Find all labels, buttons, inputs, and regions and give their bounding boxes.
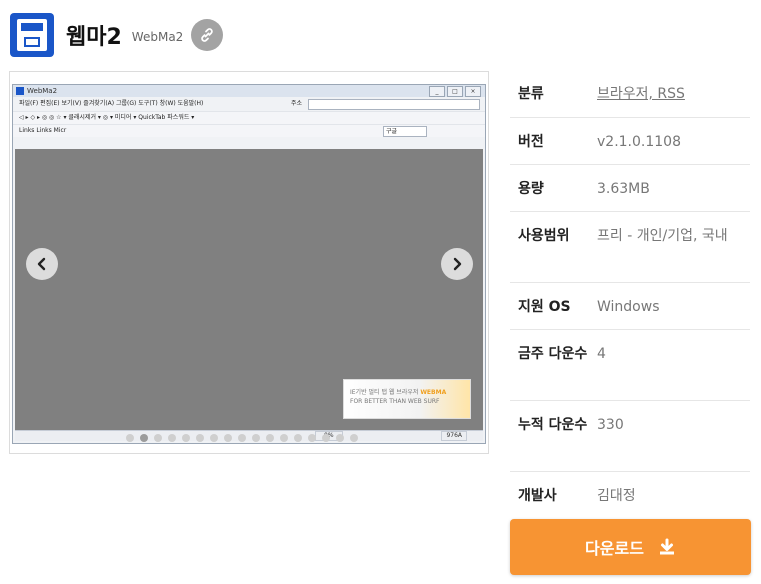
gallery-prev-button[interactable] <box>26 248 58 280</box>
maximize-icon: □ <box>447 86 463 97</box>
download-icon <box>658 538 676 556</box>
chevron-left-icon <box>37 257 46 271</box>
status-size: 976A <box>441 431 467 441</box>
app-header: 웹마2 WebMa2 <box>10 10 224 60</box>
app-subtitle: WebMa2 <box>131 30 184 44</box>
screenshot-gallery: WebMa2 _ □ × 파일(F) 편집(E) 보기(V) 즐겨찾기(A) 그… <box>9 71 489 454</box>
banner-sub: FOR BETTER THAN WEB SURF <box>350 398 440 405</box>
os-value: Windows <box>597 299 660 315</box>
banner-text: IE기반 멀티 탭 웹 브라우저 <box>350 389 419 396</box>
screenshot-toolbar-2: Links Links Micr 구글 <box>13 124 485 137</box>
total-downloads-value: 330 <box>597 417 624 433</box>
copy-link-button[interactable] <box>191 19 224 51</box>
developer-value: 김대정 <box>597 488 636 504</box>
gallery-dot[interactable] <box>154 434 162 442</box>
gallery-dot[interactable] <box>322 434 330 442</box>
gallery-dot[interactable] <box>140 434 148 442</box>
gallery-dot[interactable] <box>210 434 218 442</box>
os-label: 지원 OS <box>518 299 571 315</box>
info-row-weekly-downloads: 금주 다운수 4 <box>510 330 750 401</box>
category-link[interactable]: 브라우저, RSS <box>597 86 685 102</box>
download-label: 다운로드 <box>585 539 644 558</box>
category-label: 분류 <box>518 86 544 102</box>
version-label: 버전 <box>518 134 544 150</box>
gallery-next-button[interactable] <box>441 248 473 280</box>
window-title: WebMa2 _ □ × <box>13 85 485 97</box>
app-title: 웹마2 <box>66 25 122 50</box>
info-row-version: 버전 v2.1.0.1108 <box>510 118 750 165</box>
screenshot-address-label: 주소 <box>291 100 303 107</box>
info-row-category: 분류 브라우저, RSS <box>510 72 750 118</box>
window-controls: _ □ × <box>429 86 481 97</box>
gallery-dot[interactable] <box>224 434 232 442</box>
developer-label: 개발사 <box>518 488 557 504</box>
gallery-dot[interactable] <box>182 434 190 442</box>
gallery-dot[interactable] <box>196 434 204 442</box>
screenshot-address-bar <box>308 99 480 110</box>
info-row-developer: 개발사 김대정 <box>510 472 750 518</box>
gallery-dot[interactable] <box>350 434 358 442</box>
gallery-dot[interactable] <box>336 434 344 442</box>
screenshot-menu-text: 파일(F) 편집(E) 보기(V) 즐겨찾기(A) 그룹(G) 도구(T) 창(… <box>19 100 204 107</box>
gallery-dot[interactable] <box>294 434 302 442</box>
screenshot-toolbar-1-text: ◁ ▸ ◇ ▸ ◎ ◎ ☆ ▾ 클래시제거 ▾ ◎ ▾ 미디어 ▾ QuickT… <box>19 114 195 121</box>
weekly-downloads-value: 4 <box>597 346 606 362</box>
size-label: 용량 <box>518 181 544 197</box>
screenshot-toolbar-1: ◁ ▸ ◇ ▸ ◎ ◎ ☆ ▾ 클래시제거 ▾ ◎ ▾ 미디어 ▾ QuickT… <box>13 111 485 124</box>
app-info-table: 분류 브라우저, RSS 버전 v2.1.0.1108 용량 3.63MB 사용… <box>510 72 750 518</box>
license-value: 프리 - 개인/기업, 국내 <box>597 228 728 244</box>
banner-brand: WEBMA <box>420 389 447 396</box>
close-icon: × <box>465 86 481 97</box>
size-value: 3.63MB <box>597 181 650 197</box>
chevron-right-icon <box>453 257 462 271</box>
gallery-dot[interactable] <box>238 434 246 442</box>
gallery-dot[interactable] <box>126 434 134 442</box>
download-button[interactable]: 다운로드 <box>510 519 751 575</box>
total-downloads-label: 누적 다운수 <box>518 417 588 433</box>
screenshot-banner: IE기반 멀티 탭 웹 브라우저 WEBMA FOR BETTER THAN W… <box>343 379 471 419</box>
info-row-license: 사용범위 프리 - 개인/기업, 국내 <box>510 212 750 283</box>
window-title-text: WebMa2 <box>27 87 58 95</box>
minimize-icon: _ <box>429 86 445 97</box>
gallery-dot[interactable] <box>266 434 274 442</box>
screenshot-links-text: Links Links Micr <box>19 127 67 134</box>
screenshot-webview: IE기반 멀티 탭 웹 브라우저 WEBMA FOR BETTER THAN W… <box>15 149 483 431</box>
app-screenshot: WebMa2 _ □ × 파일(F) 편집(E) 보기(V) 즐겨찾기(A) 그… <box>12 84 486 444</box>
window-logo <box>16 87 24 95</box>
screenshot-search-box: 구글 <box>383 126 427 137</box>
gallery-dots <box>126 434 358 442</box>
gallery-dot[interactable] <box>252 434 260 442</box>
weekly-downloads-label: 금주 다운수 <box>518 346 588 362</box>
gallery-dot[interactable] <box>168 434 176 442</box>
info-row-size: 용량 3.63MB <box>510 165 750 212</box>
version-value: v2.1.0.1108 <box>597 134 681 150</box>
app-logo <box>10 13 54 57</box>
link-icon <box>201 28 214 42</box>
license-label: 사용범위 <box>518 228 570 244</box>
gallery-dot[interactable] <box>280 434 288 442</box>
info-row-total-downloads: 누적 다운수 330 <box>510 401 750 472</box>
gallery-dot[interactable] <box>308 434 316 442</box>
info-row-os: 지원 OS Windows <box>510 283 750 330</box>
